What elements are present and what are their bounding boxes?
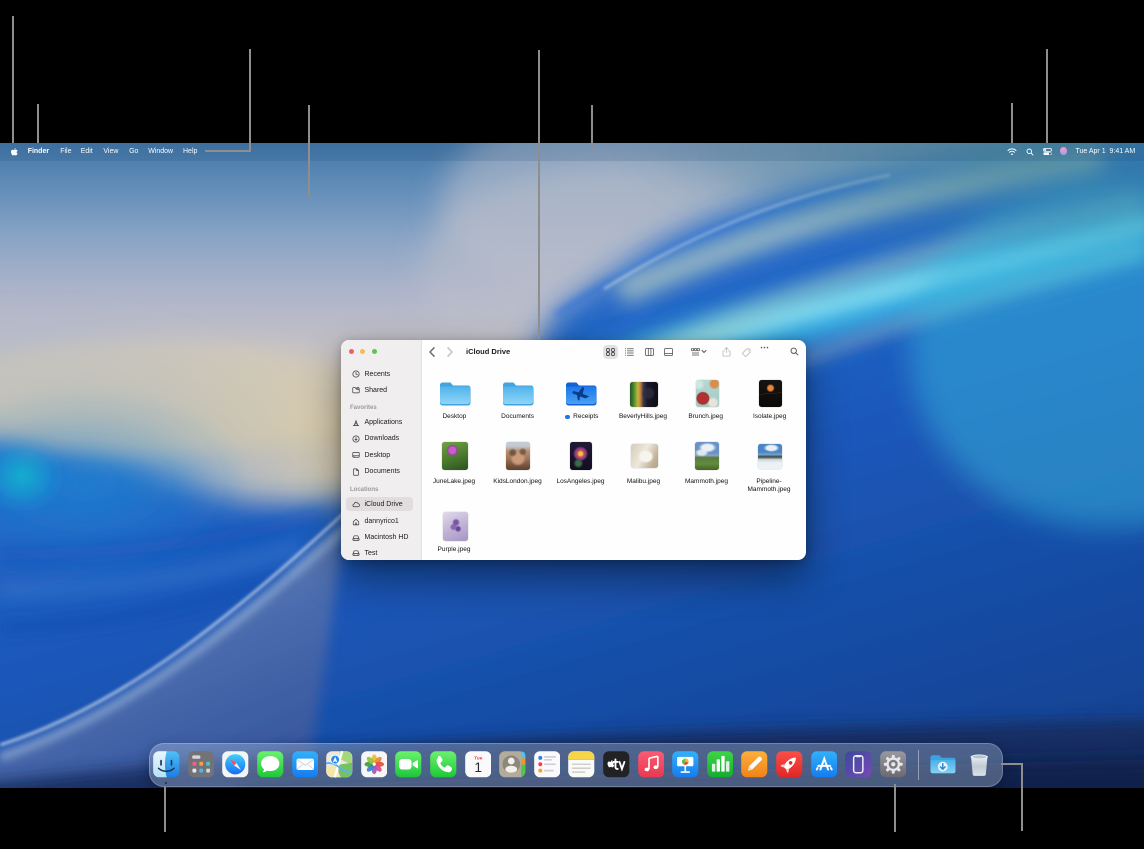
- svg-text:1: 1: [474, 760, 482, 775]
